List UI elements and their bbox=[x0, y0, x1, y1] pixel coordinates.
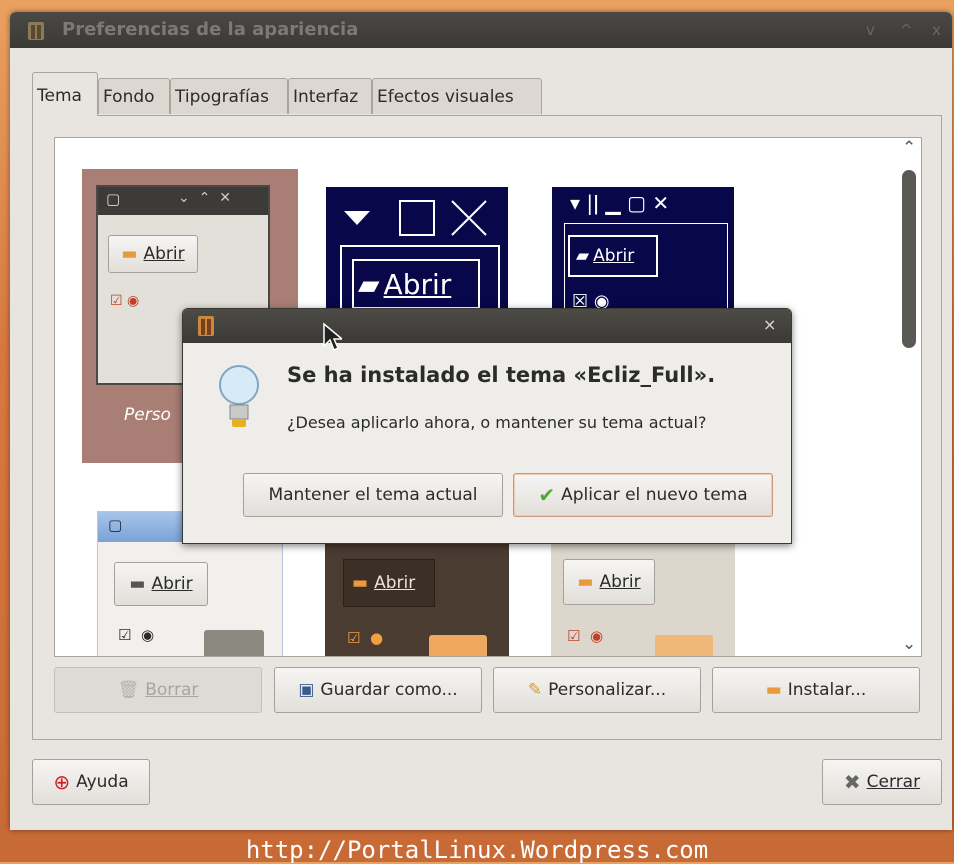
window-title: Preferencias de la apariencia bbox=[62, 19, 359, 40]
folder-icon: ▬ bbox=[129, 574, 146, 594]
preview-controls-icon bbox=[344, 200, 487, 236]
preview-open-button: ▬ Abrir bbox=[108, 235, 198, 273]
lifebuoy-icon: ⊕ bbox=[53, 770, 71, 794]
window-icon: ▢ bbox=[108, 516, 123, 534]
delete-button[interactable]: 🗑 Borrar bbox=[54, 667, 262, 713]
open-label: Abrir bbox=[383, 267, 452, 301]
scroll-down-icon[interactable]: ⌄ bbox=[902, 634, 916, 654]
folder-icon bbox=[655, 635, 713, 656]
checkbox-radio-icon: ☑ ◉ bbox=[567, 627, 604, 645]
folder-icon: ▬ bbox=[765, 680, 782, 700]
install-label: Instalar... bbox=[787, 680, 867, 700]
preview-open-button: ▬ Abrir bbox=[343, 559, 435, 607]
folder-icon: ▰ bbox=[358, 267, 380, 301]
window-icon: ▢ bbox=[106, 190, 121, 208]
preview-open-button: ▬ Abrir bbox=[563, 559, 655, 605]
tab-fondo[interactable]: Fondo bbox=[98, 78, 170, 114]
tab-efectos-visuales[interactable]: Efectos visuales bbox=[372, 78, 542, 114]
dialog-close-button[interactable]: × bbox=[763, 315, 776, 334]
checkbox-radio-icon: ☑ ● bbox=[347, 629, 384, 647]
preview-controls-icon: ⌄ ⌃ ✕ bbox=[178, 190, 231, 206]
theme-installed-dialog: × Se ha instalado el tema «Ecliz_Full». … bbox=[182, 308, 792, 544]
minimize-button[interactable]: v bbox=[866, 21, 875, 39]
theme-dark[interactable]: ▬ Abrir ☑ ● bbox=[325, 541, 509, 656]
close-label: Cerrar bbox=[866, 772, 921, 792]
customize-button[interactable]: ✎ Personalizar... bbox=[493, 667, 701, 713]
maximize-button[interactable]: ^ bbox=[900, 21, 913, 39]
dialog-app-icon bbox=[198, 316, 214, 336]
folder-icon bbox=[204, 630, 264, 656]
edit-icon: ✎ bbox=[527, 680, 543, 700]
save-icon: ▣ bbox=[298, 680, 315, 700]
theme-light[interactable]: ▬ Abrir ☑ ◉ bbox=[551, 541, 735, 656]
dialog-titlebar[interactable]: × bbox=[183, 309, 791, 343]
apply-theme-label: Aplicar el nuevo tema bbox=[561, 485, 748, 505]
open-label: Abrir bbox=[143, 244, 185, 264]
preview-open-button: ▰ Abrir bbox=[352, 259, 480, 309]
tab-interfaz[interactable]: Interfaz bbox=[288, 78, 372, 114]
window-app-icon bbox=[28, 22, 44, 40]
window-titlebar[interactable]: Preferencias de la apariencia v ^ x bbox=[10, 12, 952, 48]
open-label: Abrir bbox=[593, 246, 635, 266]
dialog-message: ¿Desea aplicarlo ahora, o mantener su te… bbox=[287, 413, 707, 432]
customize-label: Personalizar... bbox=[548, 680, 667, 700]
keep-theme-button[interactable]: Mantener el tema actual bbox=[243, 473, 503, 517]
install-button[interactable]: ▬ Instalar... bbox=[712, 667, 920, 713]
folder-icon: ▰ bbox=[576, 246, 590, 266]
folder-icon bbox=[429, 635, 487, 656]
help-label: Ayuda bbox=[76, 772, 129, 792]
tab-tipografias[interactable]: Tipografías bbox=[170, 78, 288, 114]
preview-controls-icon: ▾ |ǀ ▁ ▢ ✕ bbox=[570, 191, 670, 215]
checkbox-radio-icon: ☑ ◉ bbox=[118, 626, 155, 644]
checkbox-radio-icon: ☑ ◉ bbox=[110, 293, 140, 309]
save-as-label: Guardar como... bbox=[320, 680, 458, 700]
watermark-url: http://PortalLinux.Wordpress.com bbox=[245, 836, 709, 864]
preview-titlebar: ▢ ⌄ ⌃ ✕ bbox=[98, 187, 268, 215]
preview-open-button: ▬ Abrir bbox=[114, 562, 208, 606]
save-as-button[interactable]: ▣ Guardar como... bbox=[274, 667, 482, 713]
trash-icon: 🗑 bbox=[117, 680, 140, 700]
help-button[interactable]: ⊕ Ayuda bbox=[32, 759, 150, 805]
scrollbar-thumb[interactable] bbox=[902, 170, 916, 348]
lightbulb-icon bbox=[219, 365, 259, 427]
preview-open-button: ▰ Abrir bbox=[568, 235, 658, 277]
checkmark-icon: ✔ bbox=[538, 483, 556, 507]
apply-theme-button[interactable]: ✔ Aplicar el nuevo tema bbox=[513, 473, 773, 517]
tab-tema[interactable]: Tema bbox=[32, 72, 98, 116]
folder-icon: ▬ bbox=[577, 572, 594, 592]
open-label: Abrir bbox=[151, 574, 193, 594]
folder-icon: ▬ bbox=[352, 573, 369, 593]
close-icon: ✖ bbox=[843, 770, 861, 794]
open-label: Abrir bbox=[374, 573, 416, 593]
dialog-heading: Se ha instalado el tema «Ecliz_Full». bbox=[287, 363, 716, 387]
close-button[interactable]: ✖ Cerrar bbox=[822, 759, 942, 805]
delete-label: Borrar bbox=[145, 680, 199, 700]
open-label: Abrir bbox=[599, 572, 641, 592]
theme-name: Perso bbox=[124, 405, 171, 425]
scroll-up-icon[interactable]: ⌃ bbox=[902, 138, 916, 158]
mouse-pointer-icon bbox=[323, 322, 342, 352]
keep-theme-label: Mantener el tema actual bbox=[268, 485, 478, 505]
close-window-button[interactable]: x bbox=[932, 21, 941, 39]
folder-icon: ▬ bbox=[121, 244, 138, 264]
